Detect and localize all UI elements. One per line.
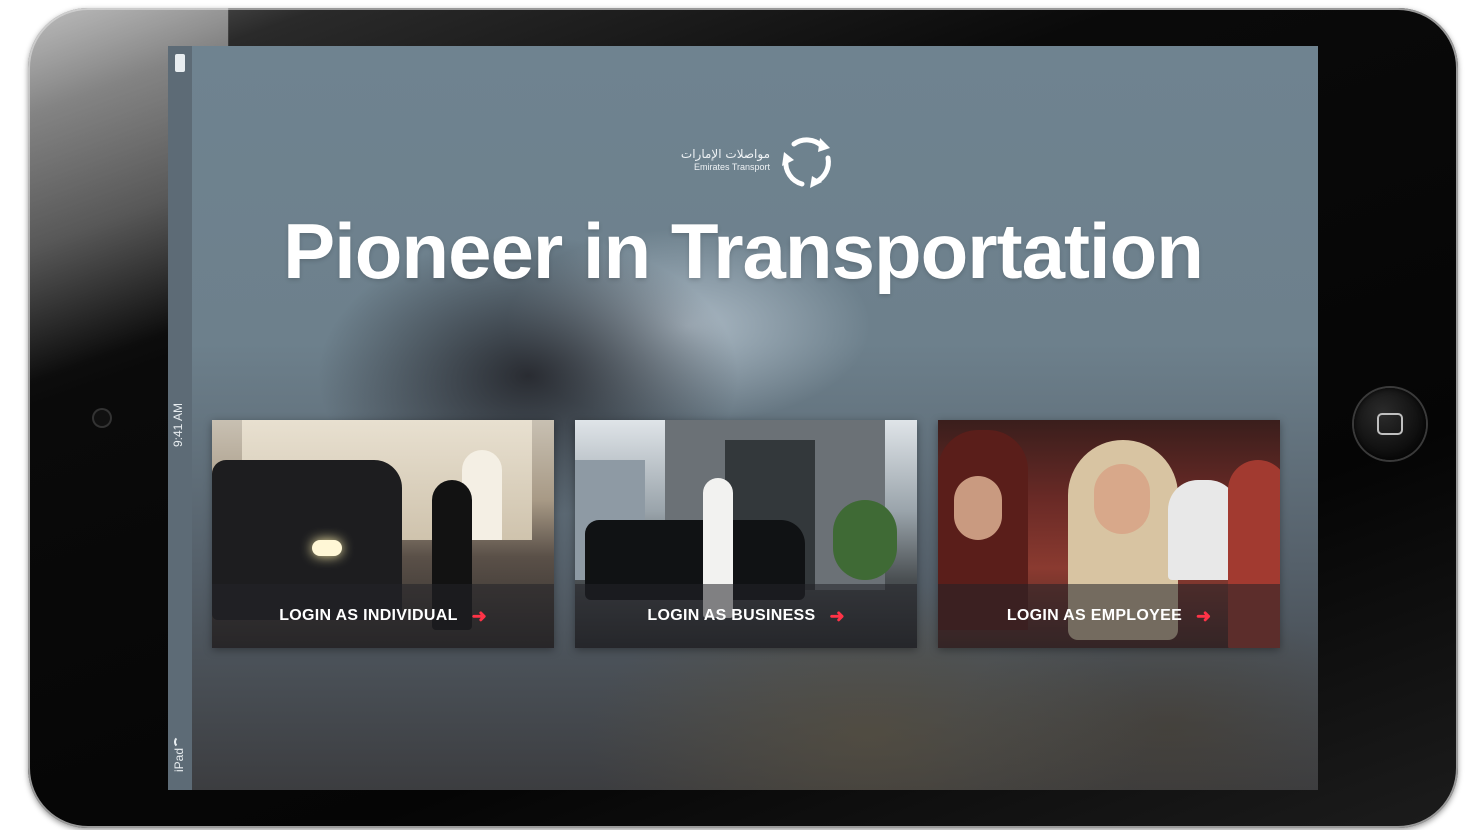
arrow-right-icon: ➜ xyxy=(471,605,487,626)
home-button[interactable] xyxy=(1354,388,1426,460)
recycle-arrows-icon xyxy=(782,137,831,188)
app-screen: 9:41 AM iPad مواصلات الإمارات Emirates T… xyxy=(168,46,1318,790)
face-center xyxy=(1094,464,1150,534)
card-label-bar: LOGIN AS EMPLOYEE ➜ xyxy=(938,584,1280,648)
arrow-right-icon: ➜ xyxy=(1196,605,1212,626)
status-time: 9:41 AM xyxy=(171,402,185,448)
login-individual-label: LOGIN AS INDIVIDUAL xyxy=(279,607,458,624)
face-left xyxy=(954,476,1002,540)
logo-arabic-text: مواصلات الإمارات xyxy=(680,147,770,161)
page-headline: Pioneer in Transportation xyxy=(283,207,1204,295)
battery-icon xyxy=(175,54,185,72)
status-bar: 9:41 AM iPad xyxy=(168,46,192,790)
logo-english-text: Emirates Transport xyxy=(693,162,770,172)
login-business-card[interactable]: LOGIN AS BUSINESS ➜ xyxy=(575,420,917,648)
home-button-icon xyxy=(1377,413,1403,435)
card-label-bar: LOGIN AS BUSINESS ➜ xyxy=(575,584,917,648)
login-options: LOGIN AS INDIVIDUAL ➜ LOGIN AS BUSINESS … xyxy=(212,420,1280,648)
arrow-right-icon: ➜ xyxy=(829,605,845,626)
tree xyxy=(833,500,897,580)
car-headlight xyxy=(312,540,342,556)
status-carrier: iPad xyxy=(172,747,186,773)
front-camera xyxy=(94,410,110,426)
emirates-transport-logo: مواصلات الإمارات Emirates Transport xyxy=(658,130,838,190)
logo-text: مواصلات الإمارات Emirates Transport xyxy=(658,147,770,173)
login-individual-card[interactable]: LOGIN AS INDIVIDUAL ➜ xyxy=(212,420,554,648)
card-label-bar: LOGIN AS INDIVIDUAL ➜ xyxy=(212,584,554,648)
login-employee-label: LOGIN AS EMPLOYEE xyxy=(1006,607,1183,624)
login-employee-card[interactable]: LOGIN AS EMPLOYEE ➜ xyxy=(938,420,1280,648)
login-business-label: LOGIN AS BUSINESS xyxy=(647,607,816,624)
